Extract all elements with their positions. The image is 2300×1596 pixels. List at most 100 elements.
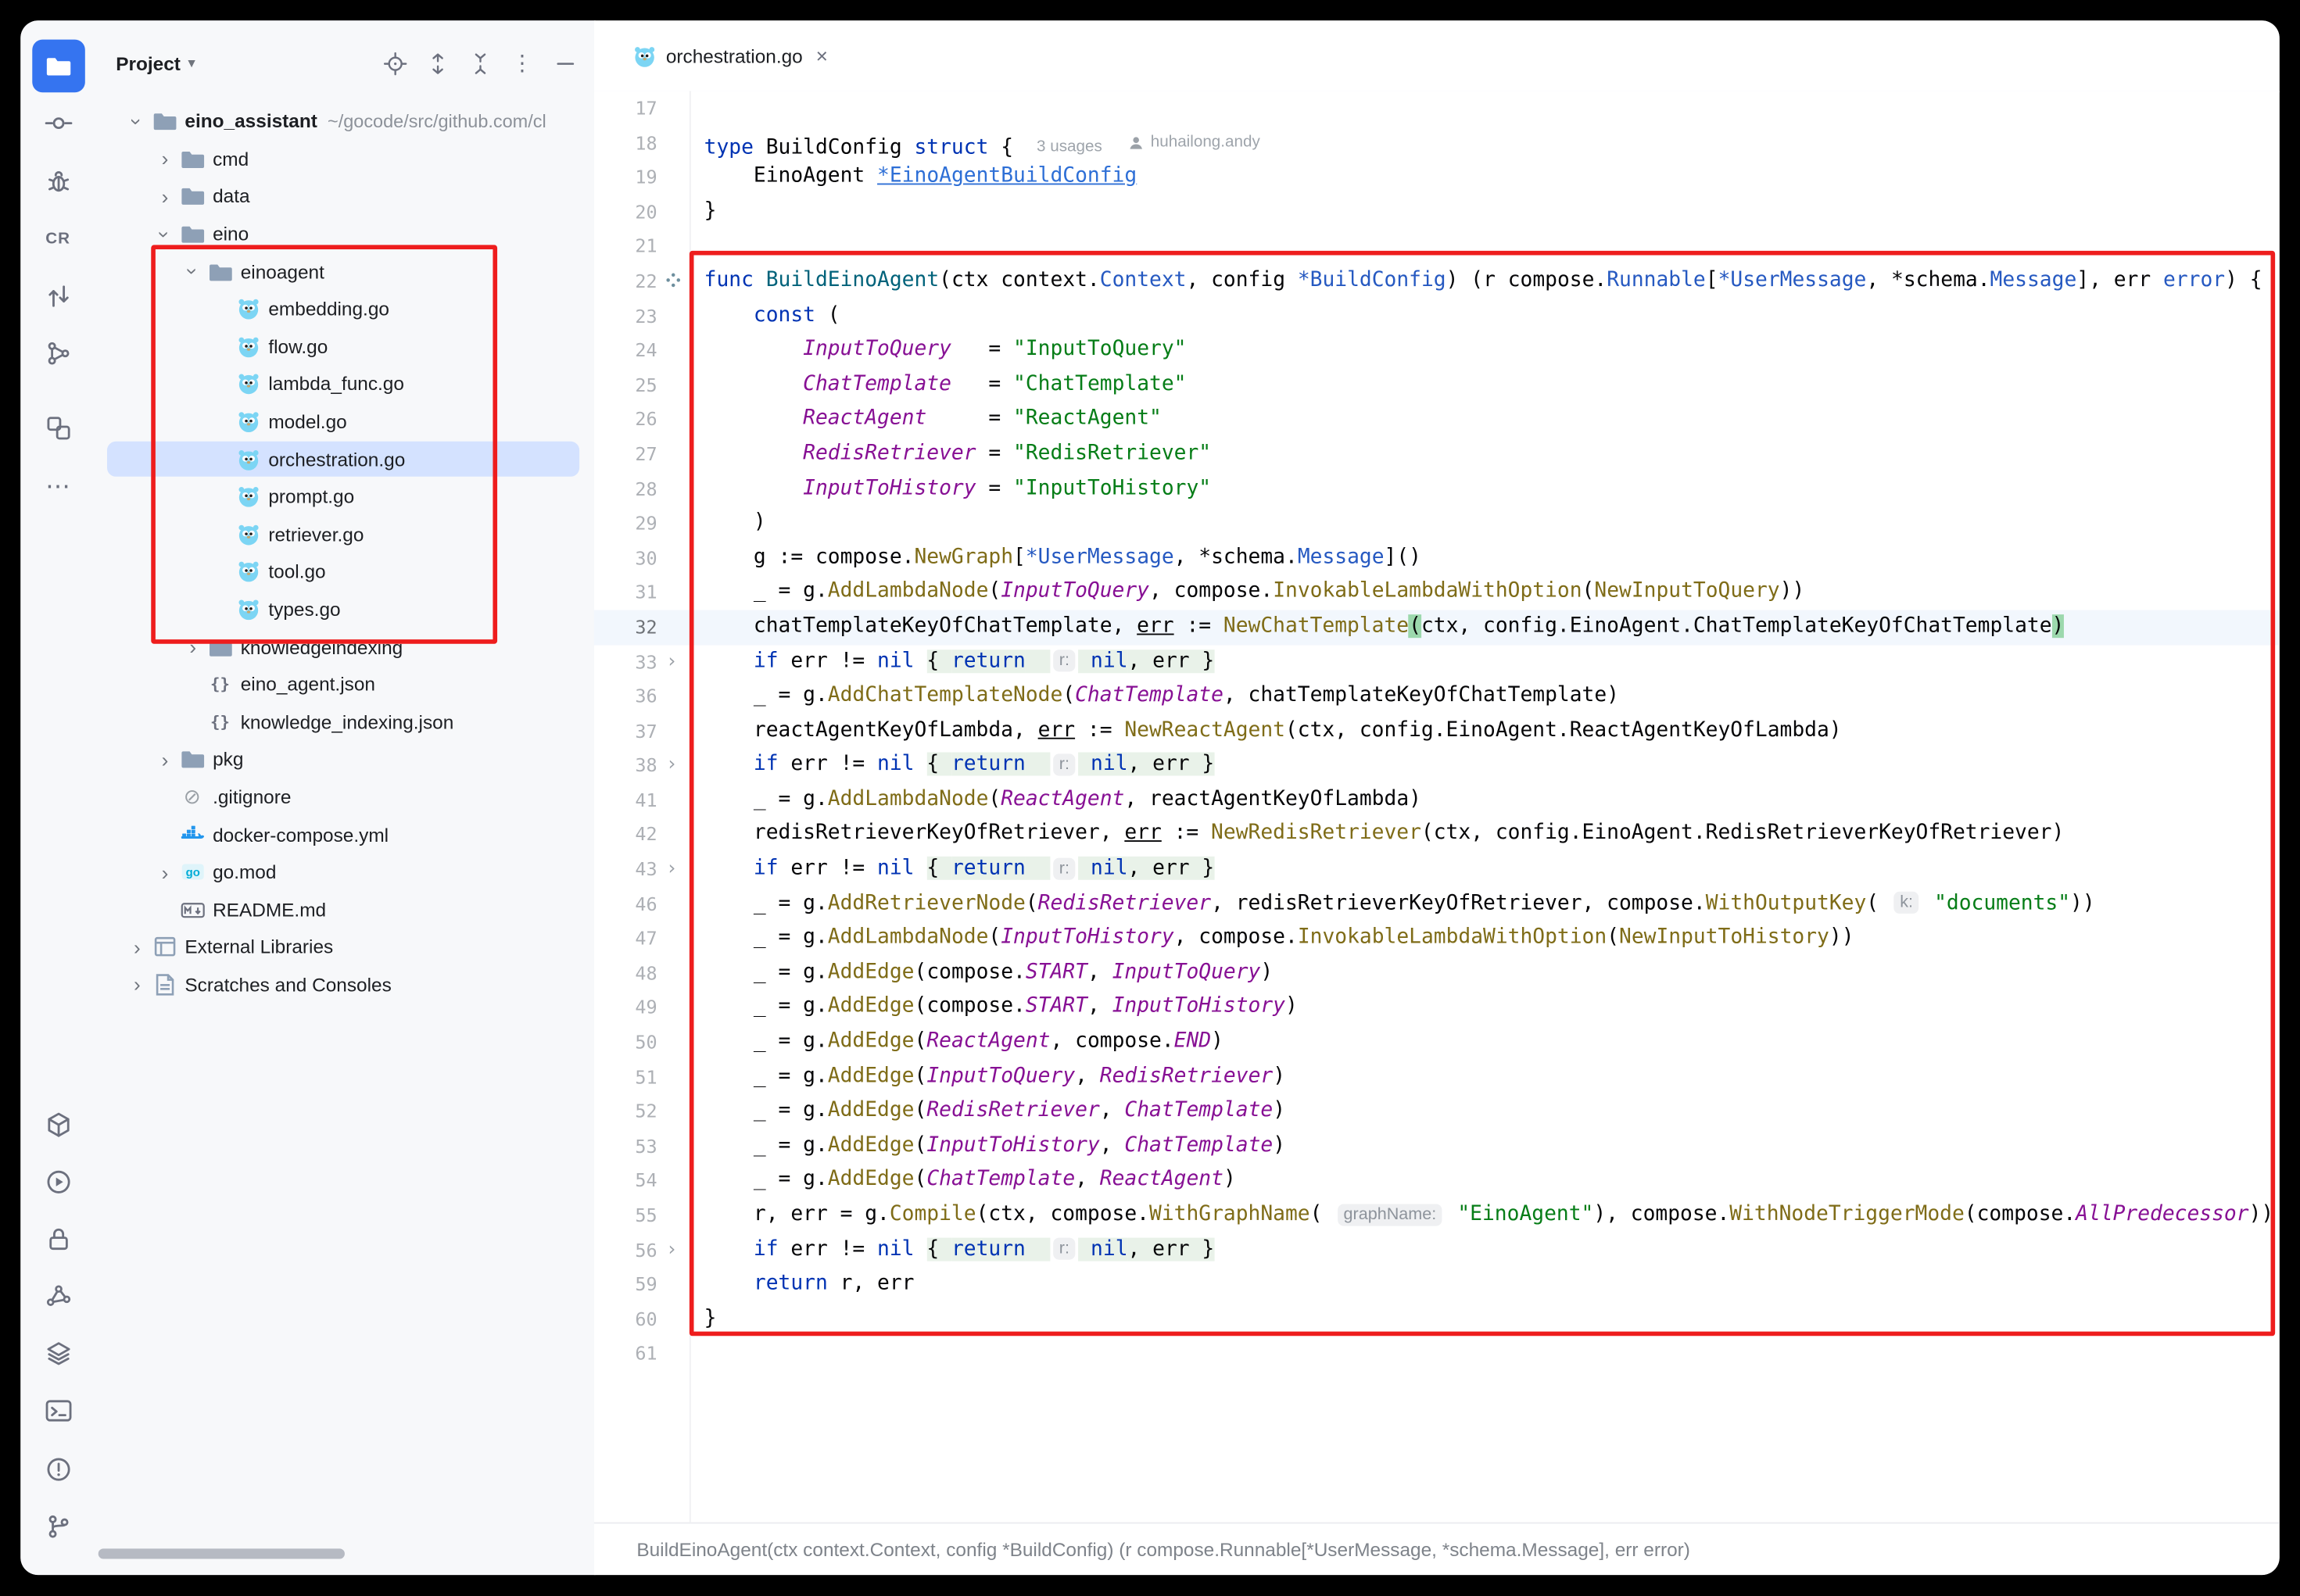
code-line-19[interactable]: 19 EinoAgent *EinoAgentBuildConfig [594, 160, 2280, 195]
tree-item-prompt-go[interactable]: prompt.go [95, 478, 594, 516]
code-line-29[interactable]: 29 ) [594, 506, 2280, 541]
code-line-53[interactable]: 53 _ = g.AddEdge(InputToHistory, ChatTem… [594, 1129, 2280, 1163]
code-line-49[interactable]: 49 _ = g.AddEdge(compose.START, InputToH… [594, 990, 2280, 1025]
code-line-17[interactable]: 17 [594, 91, 2280, 125]
tree-item-gitignore[interactable]: ⊘.gitignore [95, 778, 594, 816]
tree-item-knowledge-indexing-json[interactable]: {}knowledge_indexing.json [95, 703, 594, 741]
line-number[interactable]: 51 [594, 1060, 657, 1094]
line-number[interactable]: 30 [594, 541, 657, 575]
tree-item-docker-compose-yml[interactable]: docker-compose.yml [95, 816, 594, 853]
author-hint[interactable]: huhailong.andy [1129, 126, 1260, 160]
chevron-right-icon[interactable]: › [151, 750, 179, 770]
line-number[interactable]: 61 [594, 1337, 657, 1371]
line-number[interactable]: 42 [594, 818, 657, 852]
tree-item-go-mod[interactable]: ›gogo.mod [95, 853, 594, 891]
tree-item-cmd[interactable]: ›cmd [95, 140, 594, 177]
code-line-50[interactable]: 50 _ = g.AddEdge(ReactAgent, compose.END… [594, 1025, 2280, 1060]
code-line-43[interactable]: 43› if err != nil { return r: nil, err } [594, 852, 2280, 886]
chevron-right-icon[interactable]: › [151, 862, 179, 882]
line-number[interactable]: 52 [594, 1094, 657, 1129]
line-number[interactable]: 53 [594, 1129, 657, 1163]
chevron-down-icon[interactable]: › [183, 258, 203, 286]
code-line-28[interactable]: 28 InputToHistory = "InputToHistory" [594, 471, 2280, 506]
chevron-down-icon[interactable]: › [155, 220, 175, 249]
rail-button-run[interactable] [31, 1155, 84, 1208]
rail-button-layers[interactable] [31, 1328, 84, 1381]
chevron-right-icon[interactable]: › [151, 186, 179, 206]
code-line-52[interactable]: 52 _ = g.AddEdge(RedisRetriever, ChatTem… [594, 1094, 2280, 1129]
chevron-right-icon[interactable]: › [151, 149, 179, 169]
rail-button-pull-requests[interactable] [31, 270, 84, 323]
tree-item-lambda-func-go[interactable]: lambda_func.go [95, 365, 594, 403]
code-line-27[interactable]: 27 RedisRetriever = "RedisRetriever" [594, 437, 2280, 471]
line-number[interactable]: 21 [594, 229, 657, 263]
code-line-56[interactable]: 56› if err != nil { return r: nil, err } [594, 1233, 2280, 1267]
locate-icon[interactable] [380, 48, 410, 78]
rail-button-more[interactable]: ⋯ [31, 460, 84, 513]
tab-orchestration-go[interactable]: orchestration.go × [616, 21, 843, 90]
code-line-18[interactable]: 18type BuildConfig struct {3 usageshuhai… [594, 126, 2280, 160]
line-number[interactable]: 37 [594, 714, 657, 748]
tree-item-scratches-and-consoles[interactable]: ›Scratches and Consoles [95, 966, 594, 1004]
rail-button-terminal[interactable] [31, 1385, 84, 1438]
line-number[interactable]: 28 [594, 471, 657, 506]
line-number[interactable]: 41 [594, 783, 657, 818]
line-number[interactable]: 23 [594, 299, 657, 333]
tree-item-eino-assistant[interactable]: ›eino_assistant~/gocode/src/github.com/c… [95, 102, 594, 140]
line-number[interactable]: 49 [594, 990, 657, 1025]
tree-item-external-libraries[interactable]: ›External Libraries [95, 929, 594, 966]
chevron-right-icon[interactable]: › [124, 937, 152, 957]
rail-button-code-review[interactable]: CR [31, 213, 84, 266]
code-line-61[interactable]: 61 [594, 1337, 2280, 1371]
line-number[interactable]: 27 [594, 437, 657, 471]
code-line-37[interactable]: 37 reactAgentKeyOfLambda, err := NewReac… [594, 714, 2280, 748]
gutter-marker-icon[interactable] [665, 271, 682, 289]
fold-arrow-icon[interactable]: › [666, 1233, 678, 1267]
code-line-32[interactable]: 32 chatTemplateKeyOfChatTemplate, err :=… [594, 610, 2280, 644]
code-line-59[interactable]: 59 return r, err [594, 1267, 2280, 1301]
fold-arrow-icon[interactable]: › [666, 645, 678, 679]
tree-item-einoagent[interactable]: ›einoagent [95, 252, 594, 290]
line-number[interactable]: 18 [594, 126, 657, 160]
close-icon[interactable]: × [816, 44, 828, 67]
line-number[interactable]: 38 [594, 748, 657, 782]
rail-button-git-branch[interactable] [31, 1500, 84, 1553]
line-number[interactable]: 43 [594, 852, 657, 886]
line-number[interactable]: 47 [594, 921, 657, 956]
horizontal-scrollbar[interactable] [99, 1548, 345, 1558]
code-line-33[interactable]: 33› if err != nil { return r: nil, err } [594, 645, 2280, 679]
tree-item-embedding-go[interactable]: embedding.go [95, 290, 594, 327]
code-line-24[interactable]: 24 InputToQuery = "InputToQuery" [594, 333, 2280, 367]
expand-all-icon[interactable] [422, 48, 452, 78]
line-number[interactable]: 17 [594, 91, 657, 125]
code-line-36[interactable]: 36 _ = g.AddChatTemplateNode(ChatTemplat… [594, 679, 2280, 714]
rail-button-branch-graph[interactable] [31, 327, 84, 381]
tree-item-orchestration-go[interactable]: orchestration.go [95, 441, 594, 478]
line-number[interactable]: 31 [594, 575, 657, 610]
code-line-26[interactable]: 26 ReactAgent = "ReactAgent" [594, 403, 2280, 437]
line-number[interactable]: 19 [594, 160, 657, 195]
code-line-51[interactable]: 51 _ = g.AddEdge(InputToQuery, RedisRetr… [594, 1060, 2280, 1094]
code-line-30[interactable]: 30 g := compose.NewGraph[*UserMessage, *… [594, 541, 2280, 575]
rail-button-cube[interactable] [31, 1097, 84, 1150]
rail-button-structure[interactable] [31, 402, 84, 455]
code-line-38[interactable]: 38› if err != nil { return r: nil, err } [594, 748, 2280, 782]
rail-button-lock[interactable] [31, 1212, 84, 1265]
line-number[interactable]: 33 [594, 645, 657, 679]
tree-item-tool-go[interactable]: tool.go [95, 553, 594, 591]
usages-hint[interactable]: 3 usages [1037, 138, 1102, 156]
chevron-right-icon[interactable]: › [124, 975, 152, 995]
code-line-25[interactable]: 25 ChatTemplate = "ChatTemplate" [594, 367, 2280, 402]
line-number[interactable]: 29 [594, 506, 657, 541]
tree-item-retriever-go[interactable]: retriever.go [95, 516, 594, 553]
tree-item-eino-agent-json[interactable]: {}eino_agent.json [95, 666, 594, 703]
tree-item-readme-md[interactable]: README.md [95, 891, 594, 929]
tree-item-data[interactable]: ›data [95, 177, 594, 215]
code-editor[interactable]: 1718type BuildConfig struct {3 usageshuh… [594, 91, 2280, 1522]
tree-item-model-go[interactable]: model.go [95, 403, 594, 441]
hide-icon[interactable] [550, 48, 580, 78]
collapse-all-icon[interactable] [465, 48, 495, 78]
tree-item-knowledgeindexing[interactable]: ›knowledgeindexing [95, 628, 594, 666]
line-number[interactable]: 59 [594, 1267, 657, 1301]
line-number[interactable]: 50 [594, 1025, 657, 1060]
